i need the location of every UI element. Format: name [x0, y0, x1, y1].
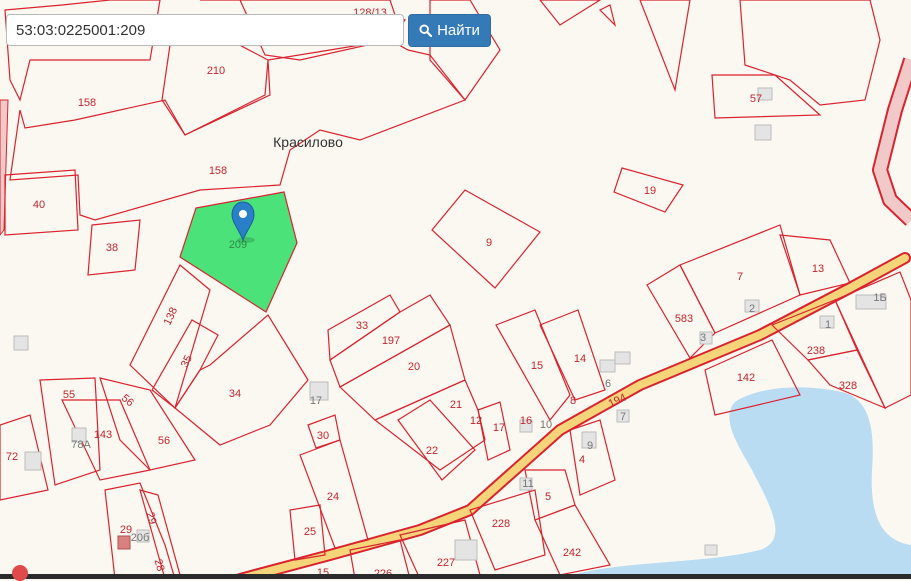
parcel-label: 78А — [71, 439, 91, 451]
parcel-label: 34 — [229, 388, 241, 400]
parcel-label: 238 — [807, 345, 825, 357]
parcel-label: 11 — [522, 478, 533, 490]
parcel-label: 19 — [644, 185, 656, 197]
parcel-label: 25 — [304, 526, 316, 538]
search-button-label: Найти — [437, 22, 480, 39]
parcel-label: 72 — [6, 451, 18, 463]
parcel-label: 210 — [207, 65, 225, 77]
parcel-label: 142 — [737, 372, 755, 384]
parcel-label: 1Б — [873, 292, 886, 304]
parcel-label: 228 — [492, 518, 510, 530]
parcel-label: 15 — [531, 360, 543, 372]
parcel-label: 1 — [825, 319, 831, 331]
parcel-label: 22 — [426, 445, 438, 457]
parcel-label: 17 — [493, 422, 505, 434]
parcel-label: 38 — [106, 242, 118, 254]
locality-label: Красилово — [273, 134, 343, 150]
parcel-label: 6 — [605, 378, 611, 390]
parcel-label: 143 — [94, 429, 112, 441]
parcel-label: 7 — [737, 271, 743, 283]
parcel-label: 328 — [839, 380, 857, 392]
parcel-label: 55 — [63, 389, 75, 401]
cadastral-map[interactable]: 128/13 210 158 158 40 38 209 57 19 9 7 1… — [0, 0, 911, 579]
parcel-label: 16 — [520, 415, 532, 427]
parcel-label: 227 — [437, 557, 455, 569]
parcel-label: 20 — [408, 361, 420, 373]
parcel-label: 197 — [382, 335, 400, 347]
parcel-label: 17 — [310, 395, 322, 407]
parcel-label: 5 — [545, 491, 551, 503]
parcel-label: 3 — [700, 332, 706, 344]
parcel-label: 4 — [579, 454, 585, 466]
parcel-label: 9 — [486, 237, 492, 249]
parcel-label: 242 — [563, 547, 581, 559]
parcel-label: 21 — [450, 399, 462, 411]
parcel-label: 2 — [749, 303, 755, 315]
parcel-label: 12 — [470, 415, 482, 427]
parcel-label: 30 — [317, 430, 329, 442]
search-button[interactable]: Найти — [408, 14, 491, 47]
parcel-label: 40 — [33, 199, 45, 211]
parcel-label: 8 — [570, 395, 576, 407]
parcel-label: 9 — [587, 440, 593, 452]
parcel-label: 33 — [356, 320, 368, 332]
parcel-label: 158 — [209, 165, 227, 177]
parcel-label: 158 — [78, 97, 96, 109]
parcel-label: 57 — [750, 93, 762, 105]
building-highlight — [117, 535, 131, 550]
search-input[interactable] — [6, 14, 404, 46]
parcel-label: 583 — [675, 313, 693, 325]
parcel-label: 14 — [574, 353, 586, 365]
parcel-label: 7 — [620, 411, 626, 423]
bottom-bar — [0, 574, 911, 579]
search-icon — [419, 24, 433, 37]
parcel-label: 10 — [540, 419, 552, 431]
parcel-label: 20б — [131, 532, 150, 544]
parcel-label: 24 — [327, 491, 339, 503]
parcel-label: 13 — [812, 263, 824, 275]
parcel-label: 56 — [158, 435, 170, 447]
